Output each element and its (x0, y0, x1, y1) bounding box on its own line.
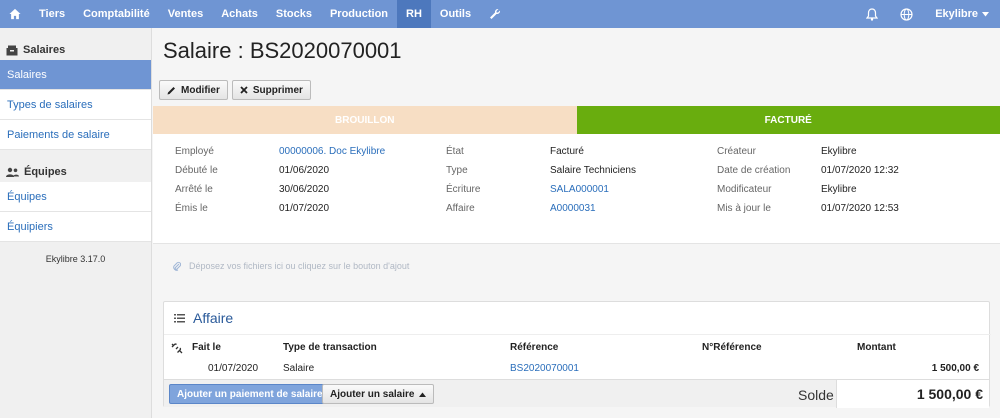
divider (164, 334, 991, 335)
affair-label: Affaire (446, 203, 475, 214)
page-title: Salaire : BS2020070001 (163, 38, 402, 63)
affair-panel-header: Affaire (174, 310, 233, 326)
home-icon[interactable] (0, 0, 30, 28)
created-label: Date de création (717, 165, 791, 176)
add-salary-dropdown-button[interactable]: Ajouter un salaire (322, 384, 435, 404)
created-value: 01/07/2020 12:32 (821, 165, 899, 176)
stopped-label: Arrêté le (175, 184, 213, 195)
action-toolbar: Modifier Supprimer (159, 80, 311, 100)
column-header-reference-number[interactable]: N°Référence (702, 342, 762, 353)
add-salary-button-label: Ajouter un salaire (330, 388, 415, 400)
employee-label: Employé (175, 146, 214, 157)
globe-icon[interactable] (889, 0, 924, 28)
employee-link[interactable]: 00000006. Doc Ekylibre (279, 146, 385, 157)
user-menu-label: Ekylibre (935, 8, 978, 20)
updated-value: 01/07/2020 12:53 (821, 203, 899, 214)
add-salary-payment-button[interactable]: Ajouter un paiement de salaire (169, 384, 331, 404)
updater-label: Modificateur (717, 184, 772, 195)
row-amount: 1 500,00 € (931, 363, 979, 374)
nav-outils[interactable]: Outils (431, 0, 480, 28)
stopped-value: 30/06/2020 (279, 184, 330, 195)
nav-rh[interactable]: RH (397, 0, 431, 28)
edit-button-label: Modifier (181, 84, 220, 96)
nav-tiers[interactable]: Tiers (30, 0, 74, 28)
column-header-amount[interactable]: Montant (857, 342, 896, 353)
emitted-label: Émis le (175, 203, 208, 214)
balance-box: 1 500,00 € (836, 380, 989, 408)
nav-comptabilite[interactable]: Comptabilité (74, 0, 159, 28)
creator-value: Ekylibre (821, 146, 857, 157)
wrench-icon[interactable] (480, 0, 510, 28)
team-icon (6, 167, 19, 177)
status-steps: BROUILLON FACTURÉ (153, 106, 1000, 134)
top-navbar: Tiers Comptabilité Ventes Achats Stocks … (0, 0, 1000, 28)
state-label: État (446, 146, 464, 157)
column-header-reference[interactable]: Référence (510, 342, 558, 353)
main-content: Salaire : BS2020070001 Modifier Supprime… (153, 28, 1000, 418)
cash-register-icon (6, 45, 18, 56)
nav-production[interactable]: Production (321, 0, 397, 28)
app-version: Ekylibre 3.17.0 (45, 254, 106, 264)
sidebar-section-salaires: Salaires (0, 40, 151, 60)
details-panel: Employé 00000006. Doc Ekylibre Débuté le… (153, 134, 1000, 244)
sidebar-section-label: Équipes (24, 166, 67, 178)
sidebar: Salaires Salaires Types de salaires Paie… (0, 28, 152, 418)
file-dropzone[interactable]: Déposez vos fichiers ici ou cliquez sur … (173, 261, 409, 271)
updated-label: Mis à jour le (717, 203, 771, 214)
delete-button[interactable]: Supprimer (231, 80, 311, 100)
affair-link[interactable]: A0000031 (550, 203, 596, 214)
column-header-date[interactable]: Fait le (192, 342, 221, 353)
started-value: 01/06/2020 (279, 165, 330, 176)
sidebar-section-label: Salaires (23, 44, 66, 56)
affair-panel-footer: Ajouter un paiement de salaire Ajouter u… (164, 379, 989, 408)
sidebar-section-equipes: Équipes (0, 162, 151, 182)
type-label: Type (446, 165, 468, 176)
sidebar-item-salaires[interactable]: Salaires (0, 60, 151, 90)
balance-label: Solde (798, 387, 834, 403)
state-value: Facturé (550, 146, 584, 157)
user-menu[interactable]: Ekylibre (924, 0, 1000, 28)
updater-value: Ekylibre (821, 184, 857, 195)
status-step-invoiced: FACTURÉ (576, 106, 1000, 134)
affair-panel: Affaire Fait le Type de transaction Réfé… (163, 301, 991, 408)
nav-ventes[interactable]: Ventes (159, 0, 212, 28)
paperclip-icon (173, 261, 181, 271)
list-icon (174, 313, 185, 323)
caret-up-icon (419, 392, 427, 397)
started-label: Débuté le (175, 165, 218, 176)
caret-down-icon (982, 11, 989, 17)
edit-button[interactable]: Modifier (159, 80, 228, 100)
emitted-value: 01/07/2020 (279, 203, 330, 214)
bell-icon[interactable] (855, 0, 889, 28)
column-header-transaction-type[interactable]: Type de transaction (283, 342, 377, 353)
entry-link[interactable]: SALA000001 (550, 184, 609, 195)
entry-label: Écriture (446, 184, 481, 195)
sidebar-item-types-de-salaires[interactable]: Types de salaires (0, 90, 151, 120)
nav-achats[interactable]: Achats (212, 0, 267, 28)
balance-value: 1 500,00 € (916, 386, 983, 402)
row-date: 01/07/2020 (208, 363, 259, 374)
dropzone-text: Déposez vos fichiers ici ou cliquez sur … (189, 261, 410, 271)
sidebar-item-paiements-de-salaire[interactable]: Paiements de salaire (0, 120, 151, 150)
row-reference-link[interactable]: BS2020070001 (510, 363, 579, 374)
status-step-draft: BROUILLON (153, 106, 577, 134)
close-icon (240, 86, 248, 94)
unlink-icon[interactable] (171, 343, 183, 354)
type-value: Salaire Techniciens (550, 165, 636, 176)
sidebar-item-equipiers[interactable]: Équipiers (0, 212, 151, 242)
delete-button-label: Supprimer (252, 84, 303, 96)
row-transaction-type: Salaire (283, 363, 315, 374)
nav-stocks[interactable]: Stocks (267, 0, 321, 28)
creator-label: Créateur (717, 146, 756, 157)
affair-panel-title: Affaire (193, 310, 234, 326)
sidebar-item-equipes[interactable]: Équipes (0, 182, 151, 212)
pencil-icon (167, 86, 176, 95)
